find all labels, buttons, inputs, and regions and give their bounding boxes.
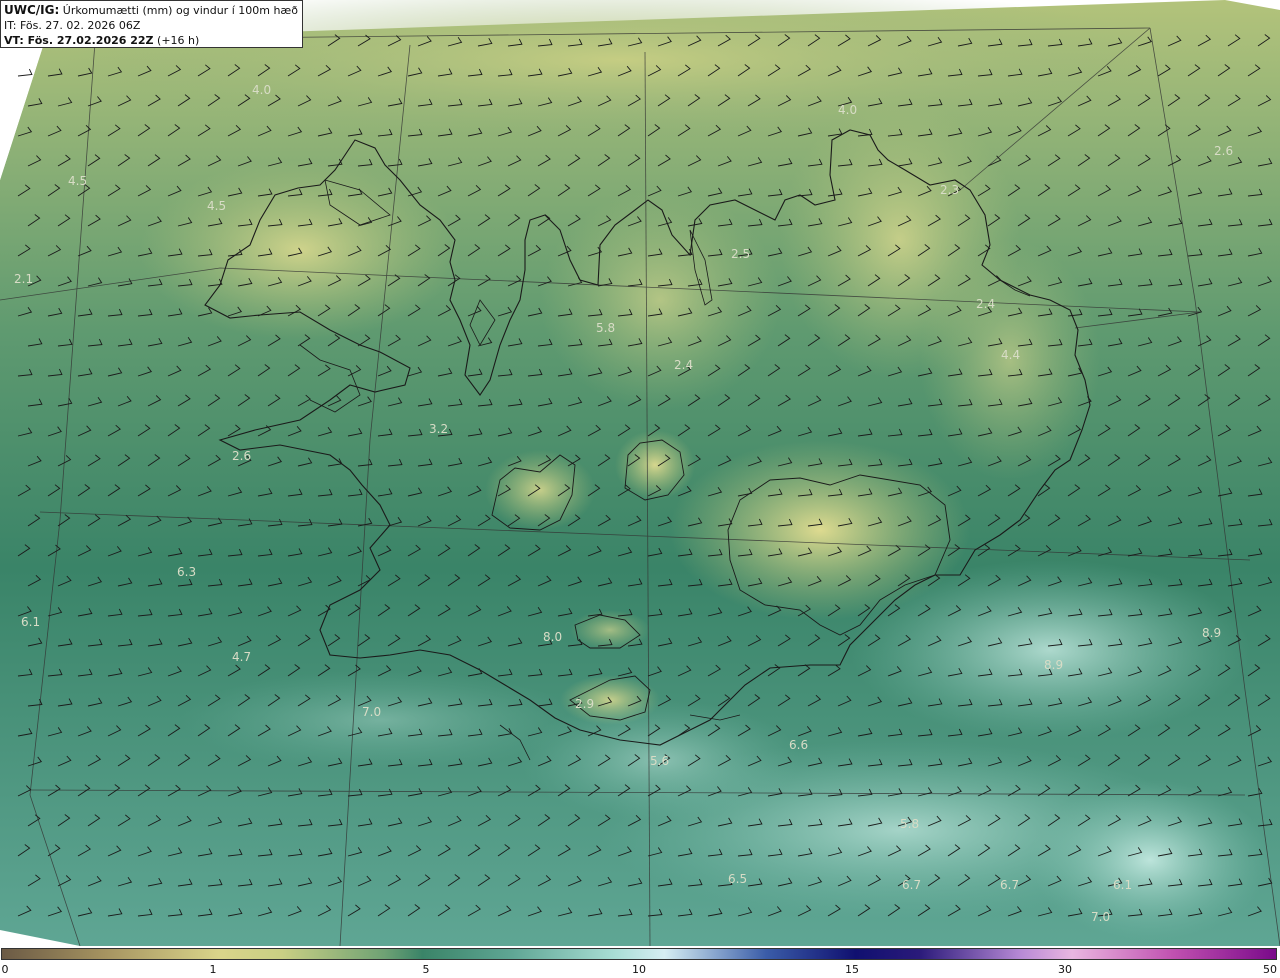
value-label: 2.3 bbox=[940, 183, 959, 197]
value-label: 7.0 bbox=[1091, 910, 1110, 924]
value-label: 2.1 bbox=[14, 272, 33, 286]
value-label: 3.2 bbox=[429, 422, 448, 436]
colorbar-tick: 50 bbox=[1263, 963, 1277, 976]
colorbar-tick: 5 bbox=[422, 963, 430, 976]
value-label: 2.6 bbox=[232, 449, 251, 463]
value-label: 4.4 bbox=[1001, 348, 1020, 362]
value-label: 2.4 bbox=[674, 358, 693, 372]
value-label: 7.0 bbox=[362, 705, 381, 719]
value-label: 6.7 bbox=[902, 878, 921, 892]
value-label: 8.0 bbox=[543, 630, 562, 644]
value-label: 2.5 bbox=[731, 247, 750, 261]
value-label: 4.5 bbox=[207, 199, 226, 213]
value-label: 2.4 bbox=[976, 297, 995, 311]
value-label: 6.1 bbox=[1113, 878, 1132, 892]
colorbar-strip bbox=[1, 948, 1277, 960]
colorbar-tick: 10 bbox=[632, 963, 646, 976]
field-description: Úrkomumætti (mm) og vindur í 100m hæð bbox=[62, 4, 298, 17]
value-label: 2.6 bbox=[1214, 144, 1233, 158]
value-label: 4.5 bbox=[68, 174, 87, 188]
value-label: 5.6 bbox=[650, 754, 669, 768]
value-label: 4.0 bbox=[252, 83, 271, 97]
value-label: 6.1 bbox=[21, 615, 40, 629]
lead-time: (+16 h) bbox=[157, 34, 200, 47]
colorbar-tick: 0 bbox=[1, 963, 9, 976]
model-code: UWC/IG: bbox=[4, 3, 60, 17]
value-label: 8.9 bbox=[1202, 626, 1221, 640]
colorbar-tick: 30 bbox=[1058, 963, 1072, 976]
value-label: 2.9 bbox=[575, 697, 594, 711]
header-title-line: UWC/IG: Úrkomumætti (mm) og vindur í 100… bbox=[4, 3, 299, 18]
map-header: UWC/IG: Úrkomumætti (mm) og vindur í 100… bbox=[0, 0, 303, 48]
value-label: 6.3 bbox=[177, 565, 196, 579]
valid-time-line: VT: Fös. 27.02.2026 22Z (+16 h) bbox=[4, 33, 299, 48]
map-canvas: 4.0 4.0 2.6 4.5 4.5 2.1 2.3 2.5 2.4 5.8 … bbox=[0, 0, 1280, 946]
value-label: 8.9 bbox=[1044, 658, 1063, 672]
colorbar-tick: 1 bbox=[209, 963, 217, 976]
value-label: 6.5 bbox=[728, 872, 747, 886]
colorbar-tick: 15 bbox=[845, 963, 859, 976]
value-label: 4.7 bbox=[232, 650, 251, 664]
initial-time: IT: Fös. 27. 02. 2026 06Z bbox=[4, 19, 141, 32]
value-label: 5.8 bbox=[900, 817, 919, 831]
valid-time: VT: Fös. 27.02.2026 22Z bbox=[4, 34, 154, 47]
colorbar: 0 1 5 10 15 30 50 bbox=[0, 946, 1280, 978]
value-label: 5.8 bbox=[596, 321, 615, 335]
value-label: 6.6 bbox=[789, 738, 808, 752]
value-label: 4.0 bbox=[838, 103, 857, 117]
value-label: 6.7 bbox=[1000, 878, 1019, 892]
